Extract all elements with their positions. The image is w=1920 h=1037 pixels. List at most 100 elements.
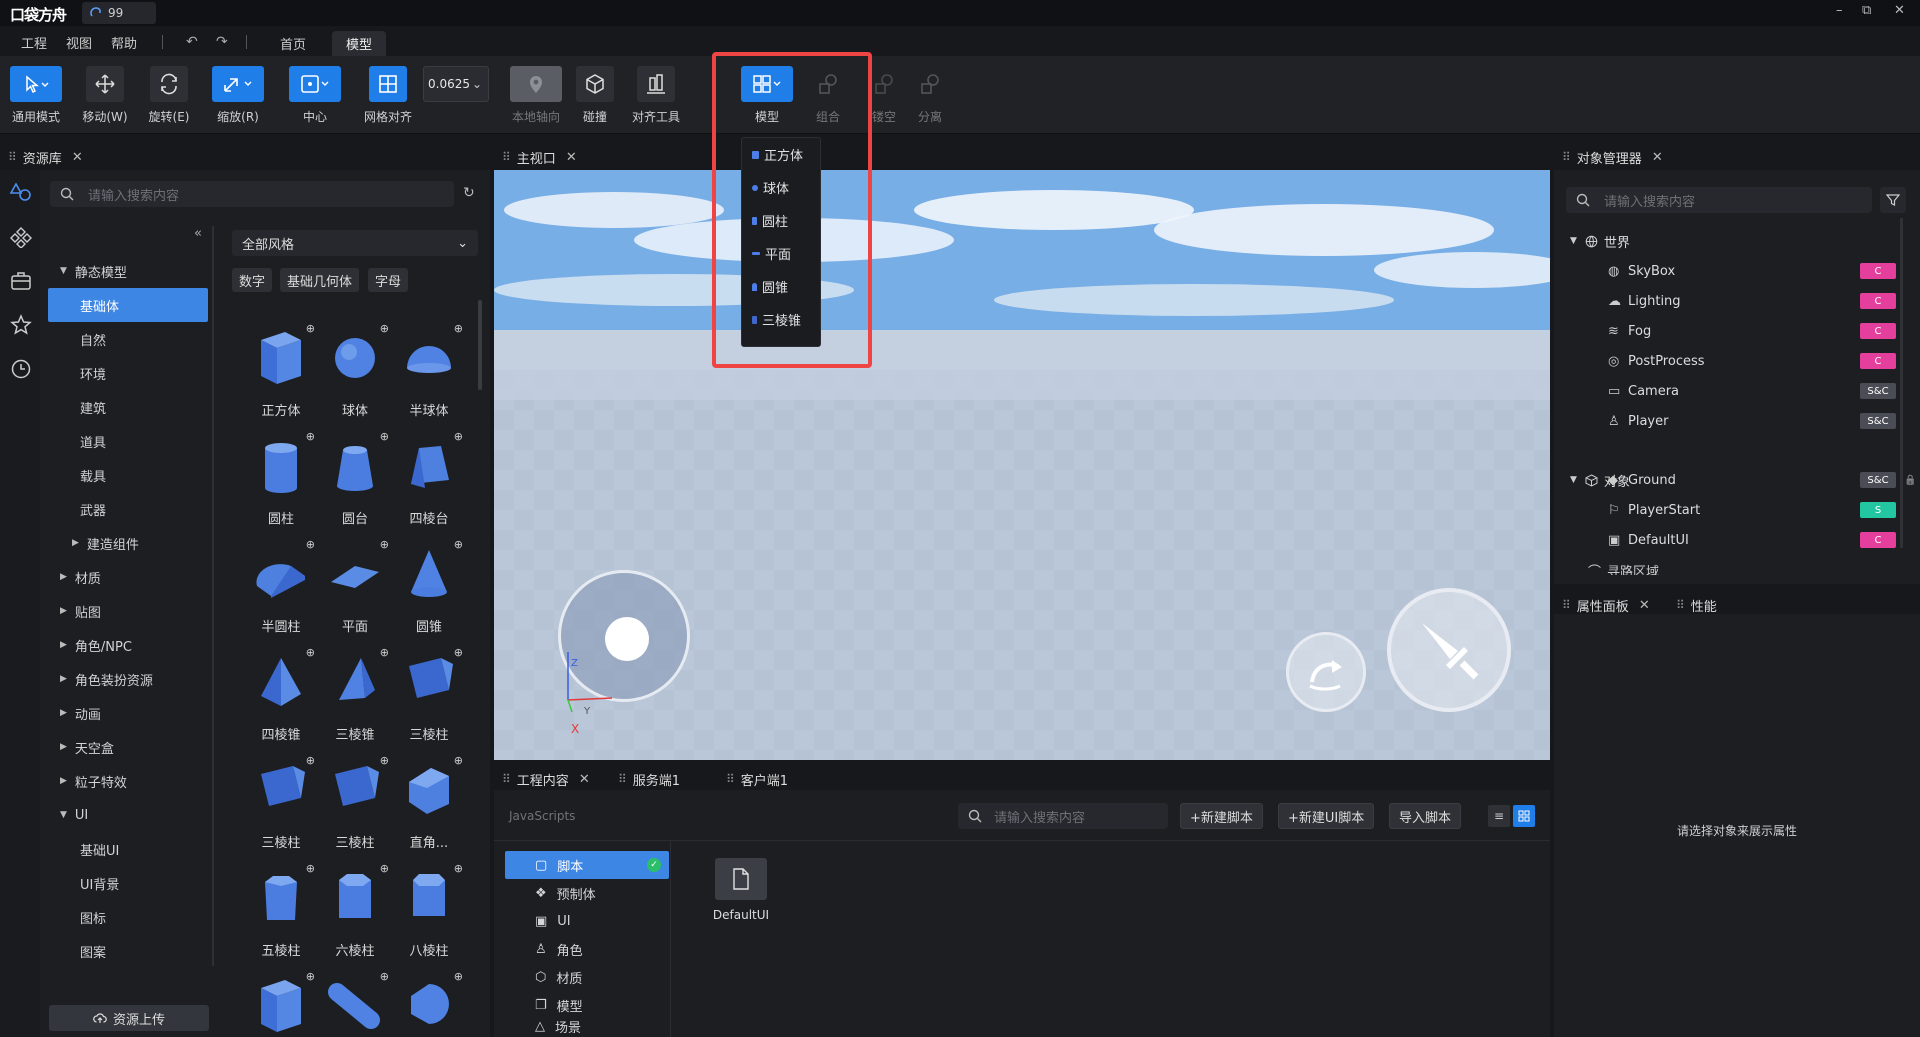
- asset-item[interactable]: ⊕ 四棱锥: [244, 646, 318, 754]
- zoom-in-icon[interactable]: ⊕: [306, 862, 315, 875]
- prefab-icon[interactable]: [10, 226, 32, 248]
- chip-basic-geometry[interactable]: 基础几何体: [280, 268, 360, 292]
- object-item[interactable]: ☁ Lighting C: [1608, 286, 1898, 316]
- tree-item[interactable]: ▼ UI: [48, 798, 208, 832]
- tab-model[interactable]: 模型: [332, 31, 387, 56]
- zoom-in-icon[interactable]: ⊕: [454, 970, 463, 983]
- jump-button[interactable]: [1286, 632, 1366, 712]
- asset-item[interactable]: ⊕ 圆柱: [244, 430, 318, 538]
- asset-item[interactable]: ⊕ 半球体: [392, 322, 466, 430]
- tab-server[interactable]: ⠿ 服务端1: [610, 767, 680, 791]
- close-icon[interactable]: ✕: [1639, 598, 1650, 613]
- move-tool[interactable]: 移动(W): [69, 66, 141, 125]
- chip-letters[interactable]: 字母: [368, 268, 409, 292]
- tree-item[interactable]: 图标: [48, 900, 208, 934]
- align-tool[interactable]: 对齐工具: [620, 66, 692, 125]
- new-script-button[interactable]: +新建脚本: [1180, 803, 1263, 829]
- separate-tool[interactable]: 分离: [894, 66, 966, 125]
- world-group[interactable]: ▼ 世界: [1570, 226, 1870, 256]
- close-window-button[interactable]: ✕: [1894, 3, 1905, 18]
- object-item[interactable]: ◆ Ground S&C 🔒: [1608, 465, 1916, 495]
- center-tool[interactable]: 中心: [279, 66, 351, 125]
- star-icon[interactable]: [10, 314, 32, 336]
- undo-icon[interactable]: ↶: [186, 34, 198, 50]
- object-item[interactable]: ♙ Player S&C: [1608, 406, 1898, 436]
- object-item[interactable]: ▣ DefaultUI C: [1608, 525, 1898, 555]
- object-scrollbar[interactable]: [1900, 218, 1903, 548]
- new-ui-script-button[interactable]: +新建UI脚本: [1278, 803, 1375, 829]
- zoom-in-icon[interactable]: ⊕: [454, 430, 463, 443]
- tree-item[interactable]: 武器: [48, 492, 208, 526]
- asset-item[interactable]: ⊕ 正方体: [244, 322, 318, 430]
- tree-item[interactable]: 道具: [48, 424, 208, 458]
- asset-item[interactable]: ⊕ 圆锥: [392, 538, 466, 646]
- zoom-in-icon[interactable]: ⊕: [380, 754, 389, 767]
- history-icon[interactable]: [10, 358, 32, 380]
- tree-item[interactable]: ▶ 粒子特效: [48, 764, 208, 798]
- asset-item[interactable]: ⊕: [318, 970, 392, 1037]
- style-filter-select[interactable]: 全部风格 ⌄: [232, 230, 478, 256]
- project-folder-item[interactable]: ❖ 预制体: [505, 879, 669, 907]
- drag-handle-icon[interactable]: ⠿: [1562, 150, 1571, 164]
- toolbox-icon[interactable]: [10, 270, 32, 292]
- collapse-icon[interactable]: «: [194, 226, 202, 241]
- drag-handle-icon[interactable]: ⠿: [618, 772, 627, 786]
- main-viewport[interactable]: X Y Z: [494, 170, 1550, 760]
- close-icon[interactable]: ✕: [566, 150, 577, 165]
- object-item[interactable]: ◎ PostProcess C: [1608, 346, 1898, 376]
- zoom-in-icon[interactable]: ⊕: [380, 538, 389, 551]
- general-mode-tool[interactable]: 通用模式: [0, 66, 72, 125]
- tree-item[interactable]: ▶ 贴图: [48, 594, 208, 628]
- menu-project[interactable]: 工程: [21, 33, 47, 52]
- asset-item[interactable]: ⊕ 球体: [318, 322, 392, 430]
- drag-handle-icon[interactable]: ⠿: [502, 150, 511, 164]
- zoom-in-icon[interactable]: ⊕: [380, 430, 389, 443]
- zoom-in-icon[interactable]: ⊕: [306, 970, 315, 983]
- close-icon[interactable]: ✕: [579, 772, 590, 787]
- zoom-in-icon[interactable]: ⊕: [306, 646, 315, 659]
- file-item-defaultui[interactable]: DefaultUI: [700, 858, 782, 922]
- asset-item[interactable]: ⊕ 平面: [318, 538, 392, 646]
- zoom-in-icon[interactable]: ⊕: [454, 754, 463, 767]
- zoom-in-icon[interactable]: ⊕: [454, 646, 463, 659]
- grid-size-select[interactable]: 0.0625 ⌄: [423, 66, 489, 102]
- upload-button[interactable]: 资源上传: [49, 1005, 209, 1031]
- project-folder-item[interactable]: ▢ 脚本 ✓: [505, 851, 669, 879]
- refresh-icon[interactable]: ↻: [463, 185, 475, 201]
- restore-button[interactable]: ⧉: [1862, 3, 1871, 18]
- zoom-in-icon[interactable]: ⊕: [380, 322, 389, 335]
- tree-item[interactable]: 环境: [48, 356, 208, 390]
- tree-item[interactable]: 载具: [48, 458, 208, 492]
- zoom-in-icon[interactable]: ⊕: [454, 538, 463, 551]
- drag-handle-icon[interactable]: ⠿: [1676, 598, 1685, 612]
- zoom-in-icon[interactable]: ⊕: [380, 646, 389, 659]
- menu-view[interactable]: 视图: [66, 33, 92, 52]
- asset-item[interactable]: ⊕ 三棱柱: [318, 754, 392, 862]
- project-folder-item[interactable]: ⬡ 材质: [505, 963, 669, 991]
- drag-handle-icon[interactable]: ⠿: [8, 150, 17, 164]
- asset-item[interactable]: ⊕ 五棱柱: [244, 862, 318, 970]
- zoom-in-icon[interactable]: ⊕: [380, 970, 389, 983]
- chip-numbers[interactable]: 数字: [232, 268, 273, 292]
- tree-item[interactable]: ▶ 天空盒: [48, 730, 208, 764]
- tree-item[interactable]: ▶ 建造组件: [48, 526, 208, 560]
- rotate-tool[interactable]: 旋转(E): [133, 66, 205, 125]
- import-script-button[interactable]: 导入脚本: [1389, 803, 1462, 829]
- asset-item[interactable]: ⊕ 三棱柱: [244, 754, 318, 862]
- close-icon[interactable]: ✕: [72, 150, 83, 165]
- assets-scrollbar[interactable]: [478, 300, 482, 390]
- minimize-button[interactable]: –: [1836, 3, 1843, 18]
- tree-item[interactable]: ▶ 动画: [48, 696, 208, 730]
- asset-item[interactable]: ⊕ 四棱台: [392, 430, 466, 538]
- object-manager-tab[interactable]: ⠿ 对象管理器 ✕: [1554, 145, 1663, 169]
- project-folder-item[interactable]: ❐ 模型: [505, 991, 669, 1019]
- tab-client[interactable]: ⠿ 客户端1: [718, 767, 788, 791]
- asset-item[interactable]: ⊕ 直角...: [392, 754, 466, 862]
- tree-item[interactable]: ▶ 角色/NPC: [48, 628, 208, 662]
- asset-item[interactable]: ⊕ 圆台: [318, 430, 392, 538]
- object-item[interactable]: ◍ SkyBox C: [1608, 256, 1898, 286]
- object-item[interactable]: ≋ Fog C: [1608, 316, 1898, 346]
- object-search-input[interactable]: 请输入搜索内容: [1566, 187, 1872, 213]
- zoom-in-icon[interactable]: ⊕: [454, 322, 463, 335]
- script-search-input[interactable]: 请输入搜索内容: [958, 803, 1168, 829]
